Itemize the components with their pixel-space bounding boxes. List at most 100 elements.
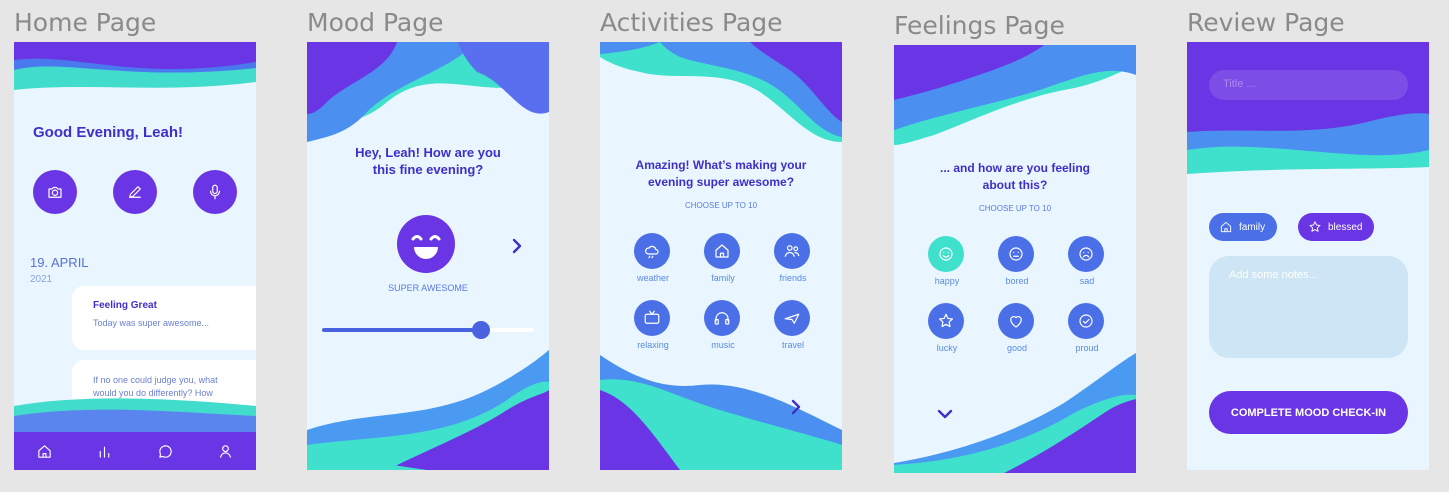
- heart-icon: [1010, 316, 1022, 328]
- microphone-icon: [209, 184, 221, 200]
- chip-family-label: family: [1239, 221, 1266, 233]
- activities-hint: CHOOSE UP TO 10: [684, 201, 758, 210]
- date-year: 2021: [30, 274, 53, 285]
- top-wave: [14, 42, 256, 90]
- chat-icon[interactable]: [157, 443, 174, 460]
- top-wave: [1187, 42, 1429, 174]
- activity-music[interactable]: [704, 300, 740, 336]
- chip-family[interactable]: family: [1209, 213, 1278, 241]
- top-wave: [600, 42, 842, 142]
- voice-button[interactable]: [193, 170, 237, 214]
- panel-title-mood: Mood Page: [307, 8, 444, 37]
- mood-slider[interactable]: [322, 321, 534, 339]
- bottom-wave: [307, 350, 549, 470]
- happy-face-icon: [939, 247, 953, 261]
- feeling-sad[interactable]: [1068, 236, 1104, 272]
- neutral-face-icon: [1009, 247, 1023, 261]
- pencil-icon: [129, 186, 141, 198]
- chevron-down-icon: [937, 409, 953, 419]
- activity-weather-label: weather: [636, 273, 670, 283]
- notes-input[interactable]: Add some notes...: [1209, 256, 1408, 358]
- activity-relaxing[interactable]: [634, 300, 670, 336]
- entry-text: Today was super awesome...: [93, 318, 210, 328]
- write-button[interactable]: [113, 170, 157, 214]
- feeling-happy[interactable]: [928, 236, 964, 272]
- activity-family-label: family: [711, 273, 735, 283]
- bottom-wave: [894, 353, 1136, 473]
- camera-icon: [48, 186, 62, 198]
- activities-question-line2: evening super awesome?: [647, 175, 795, 189]
- feeling-bored-label: bored: [1005, 276, 1029, 286]
- camera-button[interactable]: [33, 170, 77, 214]
- feeling-happy-label: happy: [934, 276, 960, 286]
- feeling-sad-label: sad: [1079, 276, 1095, 286]
- date-day: 19. APRIL: [30, 255, 89, 270]
- entry-card[interactable]: Feeling Great Today was super awesome...: [72, 286, 256, 350]
- review-screen: Title ... family blessed Add some notes.…: [1187, 42, 1429, 470]
- activity-relaxing-label: relaxing: [637, 340, 669, 350]
- activity-weather[interactable]: [634, 233, 670, 269]
- chip-blessed[interactable]: blessed: [1298, 213, 1375, 241]
- title-placeholder: Title ...: [1223, 78, 1256, 90]
- activity-music-label: music: [711, 340, 735, 350]
- panel-title-home: Home Page: [14, 8, 157, 37]
- activities-screen: Amazing! What’s making your evening supe…: [600, 42, 842, 470]
- sad-face-icon: [1079, 247, 1093, 261]
- feeling-lucky-label: lucky: [936, 343, 958, 353]
- panel-title-review: Review Page: [1187, 8, 1345, 37]
- activity-family[interactable]: [704, 233, 740, 269]
- bottom-wave: [14, 398, 256, 434]
- mood-screen: Hey, Leah! How are you this fine evening…: [307, 42, 549, 470]
- next-button[interactable]: [789, 399, 803, 415]
- complete-checkin-button[interactable]: COMPLETE MOOD CHECK-IN: [1209, 391, 1408, 434]
- feeling-good[interactable]: [998, 303, 1034, 339]
- headphones-icon: [714, 312, 730, 325]
- people-icon: [784, 245, 800, 257]
- feeling-proud-label: proud: [1075, 343, 1099, 353]
- feelings-screen: ... and how are you feeling about this? …: [894, 45, 1136, 473]
- feelings-question-line1: ... and how are you feeling: [939, 161, 1091, 175]
- feeling-bored[interactable]: [998, 236, 1034, 272]
- cloud-icon: [645, 245, 659, 259]
- activities-question-line1: Amazing! What’s making your: [635, 158, 807, 172]
- star-icon: [1309, 221, 1321, 232]
- super-awesome-face-icon: [397, 215, 455, 273]
- title-input[interactable]: Title ...: [1209, 70, 1408, 100]
- profile-icon[interactable]: [217, 443, 234, 460]
- feeling-proud[interactable]: [1068, 303, 1104, 339]
- house-icon: [715, 244, 729, 258]
- plane-icon: [784, 313, 800, 324]
- check-circle-icon: [1079, 314, 1093, 328]
- activity-travel[interactable]: [774, 300, 810, 336]
- top-wave: [307, 42, 549, 142]
- feeling-good-label: good: [1006, 343, 1028, 353]
- complete-checkin-label: COMPLETE MOOD CHECK-IN: [1230, 406, 1387, 419]
- top-wave: [894, 45, 1136, 145]
- chip-blessed-label: blessed: [1328, 221, 1363, 233]
- activity-friends[interactable]: [774, 233, 810, 269]
- feeling-lucky[interactable]: [928, 303, 964, 339]
- activity-friends-label: friends: [779, 273, 807, 283]
- chevron-right-icon: [512, 238, 522, 254]
- bottom-wave: [600, 355, 842, 470]
- home-screen: Good Evening, Leah! 19. APRIL 2021 Feeli…: [14, 42, 256, 470]
- greeting: Good Evening, Leah!: [33, 124, 184, 141]
- mood-slider-fill: [322, 328, 481, 332]
- panel-title-feelings: Feelings Page: [894, 11, 1065, 40]
- star-icon: [938, 313, 954, 328]
- mood-label: SUPER AWESOME: [388, 283, 468, 293]
- feelings-question-line2: about this?: [982, 178, 1048, 192]
- panel-title-activities: Activities Page: [600, 8, 783, 37]
- mood-question-line2: this fine evening?: [372, 162, 484, 177]
- prompt-text-line1: If no one could judge you, what: [93, 375, 218, 385]
- next-button[interactable]: [510, 238, 524, 254]
- expand-button[interactable]: [937, 406, 953, 420]
- chart-icon[interactable]: [96, 443, 113, 460]
- activity-travel-label: travel: [781, 340, 804, 350]
- house-icon: [1220, 221, 1232, 233]
- chevron-right-icon: [791, 399, 801, 415]
- tv-icon: [644, 310, 660, 324]
- home-icon[interactable]: [36, 443, 53, 460]
- feelings-hint: CHOOSE UP TO 10: [978, 204, 1052, 213]
- mood-slider-thumb[interactable]: [472, 321, 490, 339]
